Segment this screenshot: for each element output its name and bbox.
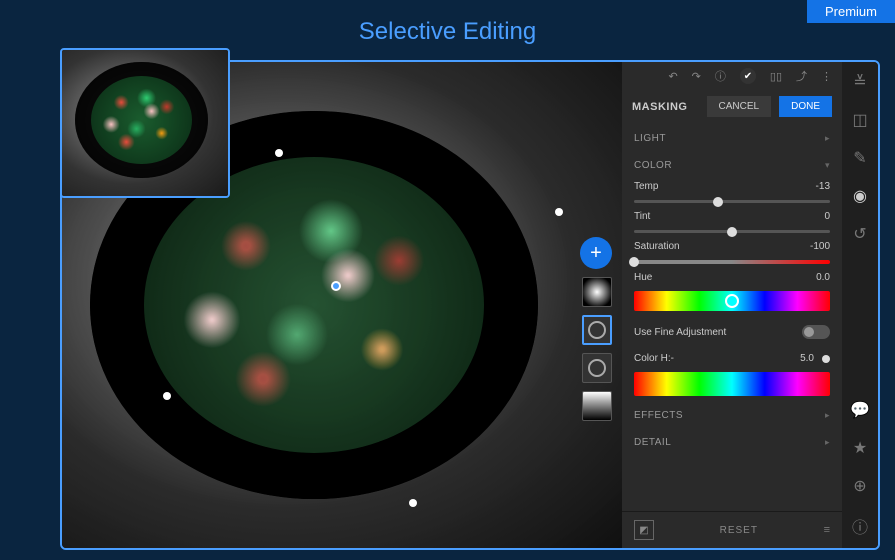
light-label: LIGHT bbox=[634, 133, 666, 144]
color-swatch-icon[interactable] bbox=[822, 355, 830, 363]
bottom-bar: ◩ RESET ≡ bbox=[622, 511, 842, 548]
hue-value: 0.0 bbox=[816, 272, 830, 283]
saturation-slider[interactable]: Saturation -100 bbox=[622, 237, 842, 268]
mask-handle[interactable] bbox=[555, 208, 563, 216]
confirm-icon[interactable]: ✔ bbox=[740, 68, 756, 84]
original-thumbnail[interactable] bbox=[60, 48, 230, 198]
premium-badge[interactable]: Premium bbox=[807, 0, 895, 23]
mask-thumb-brush[interactable] bbox=[582, 353, 612, 383]
temp-value: -13 bbox=[816, 181, 830, 192]
hue-label: Hue bbox=[634, 272, 652, 283]
color-hue-slider[interactable] bbox=[634, 372, 830, 396]
chevron-right-icon: ▸ bbox=[825, 437, 830, 448]
mask-thumb-gradient[interactable] bbox=[582, 391, 612, 421]
saturation-label: Saturation bbox=[634, 241, 680, 252]
masking-label: MASKING bbox=[632, 101, 699, 113]
hue-slider[interactable] bbox=[634, 291, 830, 311]
comment-icon[interactable]: 💬 bbox=[850, 400, 870, 420]
undo-icon[interactable]: ↶ bbox=[668, 70, 677, 83]
mask-stack bbox=[582, 277, 612, 421]
history-icon[interactable]: ↺ bbox=[853, 224, 866, 244]
mask-thumb-radial[interactable] bbox=[582, 277, 612, 307]
color-hue-label: Color H:- bbox=[634, 353, 674, 364]
redo-icon[interactable]: ↷ bbox=[692, 70, 701, 83]
adjust-icon[interactable]: ≚ bbox=[853, 72, 866, 92]
tint-value: 0 bbox=[824, 211, 830, 222]
right-rail: ≚ ◫ ✎ ◉ ↺ 💬 ★ ⊕ ⓘ bbox=[842, 62, 878, 548]
tint-slider[interactable]: Tint 0 bbox=[622, 207, 842, 237]
detail-section-header[interactable]: DETAIL ▸ bbox=[622, 427, 842, 454]
chevron-right-icon: ▸ bbox=[825, 410, 830, 421]
menu-icon[interactable]: ≡ bbox=[824, 524, 830, 536]
share-icon[interactable]: ⤴ bbox=[796, 68, 807, 84]
temp-slider[interactable]: Temp -13 bbox=[622, 177, 842, 207]
color-hue-value: 5.0 bbox=[800, 353, 814, 364]
saturation-value: -100 bbox=[810, 241, 830, 252]
cancel-button[interactable]: CANCEL bbox=[707, 96, 772, 117]
selective-icon[interactable]: ◉ bbox=[853, 186, 867, 206]
mask-thumb-ellipse[interactable] bbox=[582, 315, 612, 345]
mask-header: MASKING CANCEL DONE bbox=[622, 90, 842, 123]
done-button[interactable]: DONE bbox=[779, 96, 832, 117]
fine-adjustment-toggle[interactable] bbox=[802, 325, 830, 339]
color-label: COLOR bbox=[634, 160, 672, 171]
info-icon[interactable]: ⓘ bbox=[852, 514, 868, 538]
preset-icon[interactable]: ◩ bbox=[634, 520, 654, 540]
fine-adjustment-row: Use Fine Adjustment bbox=[622, 315, 842, 349]
light-section-header[interactable]: LIGHT ▸ bbox=[622, 123, 842, 150]
star-icon[interactable]: ★ bbox=[853, 438, 867, 458]
detail-label: DETAIL bbox=[634, 437, 671, 448]
color-section-header[interactable]: COLOR ▾ bbox=[622, 150, 842, 177]
mask-center-handle[interactable] bbox=[331, 281, 341, 291]
effects-label: EFFECTS bbox=[634, 410, 683, 421]
add-mask-button[interactable]: + bbox=[580, 237, 612, 269]
info-icon[interactable]: ⓘ bbox=[715, 68, 726, 84]
compare-icon[interactable]: ▯▯ bbox=[770, 70, 782, 83]
color-hue-row: Color H:- 5.0 bbox=[622, 349, 842, 368]
hue-slider-row: Hue 0.0 bbox=[622, 268, 842, 287]
temp-label: Temp bbox=[634, 181, 658, 192]
heal-icon[interactable]: ✎ bbox=[853, 148, 866, 168]
chevron-down-icon: ▾ bbox=[825, 160, 830, 171]
reset-button[interactable]: RESET bbox=[720, 525, 758, 536]
more-icon[interactable]: ⋮ bbox=[821, 70, 832, 83]
effects-section-header[interactable]: EFFECTS ▸ bbox=[622, 400, 842, 427]
top-toolbar: ↶ ↷ ⓘ ✔ ▯▯ ⤴ ⋮ bbox=[622, 62, 842, 90]
crop-icon[interactable]: ◫ bbox=[852, 110, 867, 130]
fine-adjustment-label: Use Fine Adjustment bbox=[634, 327, 726, 338]
thumbnail-image bbox=[62, 50, 228, 196]
page-title: Selective Editing bbox=[359, 18, 536, 46]
tint-label: Tint bbox=[634, 211, 650, 222]
more-icon[interactable]: ⊕ bbox=[853, 476, 866, 496]
chevron-right-icon: ▸ bbox=[825, 133, 830, 144]
edit-panel: ↶ ↷ ⓘ ✔ ▯▯ ⤴ ⋮ MASKING CANCEL DONE LIGHT… bbox=[622, 62, 842, 548]
